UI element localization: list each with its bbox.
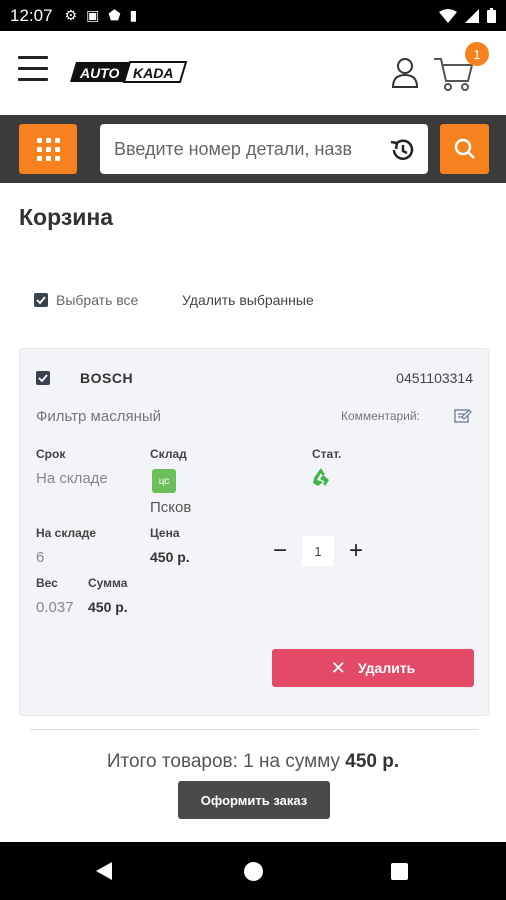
shield-icon: ⬟ bbox=[108, 7, 121, 23]
close-icon: ✕ bbox=[330, 657, 346, 678]
search-icon bbox=[454, 138, 475, 159]
item-checkbox[interactable] bbox=[36, 371, 50, 385]
page-title: Корзина bbox=[19, 204, 114, 230]
user-icon[interactable] bbox=[390, 55, 420, 89]
quantity-minus-button[interactable]: − bbox=[268, 537, 292, 564]
search-button[interactable] bbox=[440, 124, 489, 174]
delete-selected-link[interactable]: Удалить выбранные bbox=[182, 292, 314, 308]
quantity-stepper: − 1 + bbox=[268, 536, 368, 566]
sum-label: Сумма bbox=[88, 576, 128, 590]
checkmark-icon bbox=[36, 296, 46, 305]
item-article: 0451103314 bbox=[396, 370, 473, 386]
checkout-button[interactable]: Оформить заказ bbox=[178, 781, 330, 819]
delete-item-label: Удалить bbox=[357, 660, 416, 676]
warehouse-value: Псков bbox=[150, 499, 192, 516]
warehouse-badge: цс bbox=[152, 469, 176, 493]
settings-icon: ⚙ bbox=[64, 7, 78, 23]
android-nav-bar bbox=[0, 842, 506, 900]
history-icon[interactable] bbox=[388, 136, 416, 164]
select-all-checkbox[interactable] bbox=[34, 293, 48, 307]
item-name: Фильтр масляный bbox=[36, 408, 162, 425]
select-all-label[interactable]: Выбрать все bbox=[56, 292, 138, 308]
order-total: Итого товаров: 1 на сумму 450 р. bbox=[0, 751, 506, 773]
autokada-logo[interactable]: AUTO KADA bbox=[68, 59, 190, 85]
term-label: Срок bbox=[36, 447, 66, 461]
svg-text:KADA: KADA bbox=[133, 65, 173, 81]
weight-label: Вес bbox=[36, 576, 58, 590]
term-value: На складе bbox=[36, 470, 108, 487]
item-brand: BOSCH bbox=[80, 370, 134, 386]
warehouse-label: Склад bbox=[150, 447, 187, 461]
delete-item-button[interactable]: ✕ Удалить bbox=[272, 649, 474, 687]
notification-a-icon: ▣ bbox=[86, 7, 100, 23]
checkmark-icon bbox=[38, 374, 48, 383]
catalog-grid-button[interactable] bbox=[19, 124, 77, 174]
home-icon[interactable] bbox=[244, 862, 263, 881]
weight-value: 0.037 bbox=[36, 599, 74, 616]
stat-label: Стат. bbox=[312, 447, 342, 461]
total-amount: 450 р. bbox=[345, 751, 400, 772]
edit-comment-icon[interactable] bbox=[454, 407, 472, 425]
select-all-row[interactable]: Выбрать все bbox=[34, 292, 138, 308]
total-text: Итого товаров: 1 на сумму bbox=[106, 751, 340, 772]
search-bar bbox=[0, 115, 506, 183]
stock-label: На складе bbox=[36, 526, 97, 540]
battery-icon bbox=[487, 8, 496, 23]
menu-icon[interactable] bbox=[18, 56, 48, 86]
price-label: Цена bbox=[150, 526, 180, 540]
quantity-plus-button[interactable]: + bbox=[344, 537, 368, 564]
recycle-icon bbox=[313, 468, 329, 486]
divider bbox=[30, 729, 478, 730]
svg-text:AUTO: AUTO bbox=[79, 65, 120, 81]
price-value: 450 р. bbox=[150, 549, 190, 565]
status-time: 12:07 bbox=[10, 5, 53, 25]
stock-value: 6 bbox=[36, 549, 45, 566]
wifi-icon bbox=[439, 8, 457, 23]
cart-item-card: BOSCH 0451103314 Фильтр масляный Коммент… bbox=[19, 348, 489, 716]
cart-count-badge: 1 bbox=[465, 42, 489, 66]
back-icon[interactable] bbox=[96, 862, 112, 880]
sd-card-icon: ▮ bbox=[129, 7, 138, 23]
status-bar: 12:07 ⚙ ▣ ⬟ ▮ bbox=[0, 0, 506, 31]
sum-value: 450 р. bbox=[88, 599, 128, 615]
search-input[interactable] bbox=[100, 124, 428, 174]
comment-label: Комментарий: bbox=[341, 409, 420, 423]
site-header: AUTO KADA 1 bbox=[0, 31, 506, 115]
quantity-input[interactable]: 1 bbox=[302, 536, 334, 566]
recent-apps-icon[interactable] bbox=[391, 863, 408, 880]
signal-icon bbox=[465, 8, 479, 23]
